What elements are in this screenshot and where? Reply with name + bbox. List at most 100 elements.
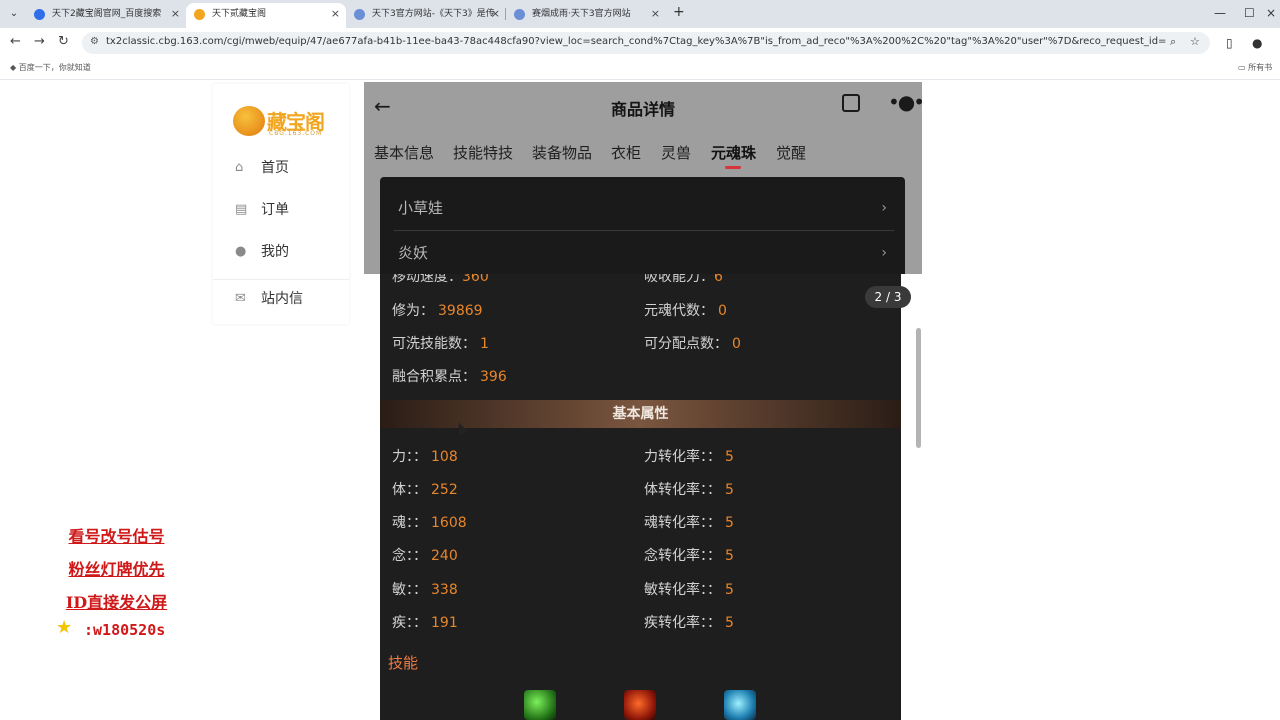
stat-label: 疾转化率：：	[644, 615, 721, 631]
dropdown-item[interactable]: 小草娃 ›	[380, 186, 905, 230]
stat-value: 39869	[438, 303, 483, 319]
stat-label: 元魂代数：	[644, 303, 714, 319]
share-icon[interactable]	[842, 94, 860, 112]
tab-soul-orb[interactable]: 元魂珠	[711, 142, 756, 163]
mail-icon: ✉	[235, 291, 246, 306]
stat-label: 敏：：	[392, 582, 427, 598]
scrollbar-thumb[interactable]	[916, 328, 921, 448]
stat-label: 念转化率：：	[644, 548, 721, 564]
bookmark-star-icon[interactable]: ☆	[1190, 35, 1200, 48]
stat-value: 252	[431, 482, 458, 498]
stat-value: 338	[431, 582, 458, 598]
attr-row: 敏：： 338	[392, 579, 458, 599]
stat-value: 5	[725, 615, 734, 631]
new-tab-icon[interactable]: +	[673, 4, 685, 20]
stat-washable-skills: 可洗技能数： 1	[392, 333, 489, 353]
attr-row: 力：： 108	[392, 446, 458, 466]
attr-rate-row: 体转化率：： 5	[644, 479, 734, 499]
active-tab-indicator	[725, 166, 741, 169]
stat-label: 疾：：	[392, 615, 427, 631]
stat-label: 念：：	[392, 548, 427, 564]
sidebar-item-label: 首页	[261, 160, 289, 176]
chevron-right-icon: ›	[881, 245, 887, 261]
tab-spirit-beast[interactable]: 灵兽	[661, 142, 691, 163]
stat-label: 融合积累点：	[392, 369, 476, 385]
stat-label: 可分配点数：	[644, 336, 728, 352]
browser-tab[interactable]: 天下2藏宝阁官网_百度搜索 ×	[26, 3, 186, 28]
stat-cultivation: 修为： 39869	[392, 300, 483, 320]
logo-mark-icon	[233, 106, 265, 136]
address-bar[interactable]: ⚙ tx2classic.cbg.163.com/cgi/mweb/equip/…	[82, 32, 1210, 54]
sidebar-item-mine[interactable]: ● 我的	[233, 240, 333, 264]
back-nav-icon[interactable]: ←	[10, 34, 21, 49]
stat-generation: 元魂代数： 0	[644, 300, 727, 320]
home-icon: ⌂	[235, 160, 244, 175]
close-tab-icon[interactable]: ×	[331, 3, 340, 25]
tab-basic-info[interactable]: 基本信息	[374, 142, 434, 163]
stat-label: 可洗技能数：	[392, 336, 476, 352]
page-content: 藏宝阁 CBG.163.COM ⌂ 首页 ▤ 订单 ● 我的 ✉ 站内信 看号改…	[0, 80, 1280, 720]
browser-tab-active[interactable]: 天下贰藏宝阁 ×	[186, 3, 346, 28]
stat-label: 力转化率：：	[644, 449, 721, 465]
maximize-icon[interactable]: ☐	[1244, 6, 1255, 20]
stat-value: 191	[431, 615, 458, 631]
stat-label: 魂：：	[392, 515, 427, 531]
sidebar-item-messages[interactable]: ✉ 站内信	[233, 287, 333, 311]
promo-id: :w180520s	[84, 621, 166, 639]
page-title: 商品详情	[610, 100, 675, 119]
blue-skill-icon[interactable]	[724, 690, 756, 720]
tab-wardrobe[interactable]: 衣柜	[611, 142, 641, 163]
sidebar-item-label: 订单	[261, 202, 289, 218]
sidebar-item-label: 我的	[261, 244, 289, 260]
promo-line: 粉丝灯牌优先	[68, 560, 165, 579]
stat-value: 0	[732, 336, 741, 352]
all-bookmarks[interactable]: ▭ 所有书	[1238, 62, 1272, 73]
browser-tab[interactable]: 赛烟成雨·天下3官方网站 ×	[506, 3, 666, 28]
stat-value: 5	[725, 515, 734, 531]
profile-icon[interactable]: ●	[1252, 36, 1262, 50]
stat-value: 5	[725, 482, 734, 498]
stat-label: 修为：	[392, 303, 434, 319]
tx3-favicon-icon	[514, 9, 525, 20]
tab-skills[interactable]: 技能特技	[453, 142, 513, 163]
forward-nav-icon[interactable]: →	[34, 34, 45, 49]
stat-value: 108	[431, 449, 458, 465]
more-options-icon[interactable]: •●•	[888, 90, 922, 114]
green-skill-icon[interactable]	[524, 690, 556, 720]
close-window-icon[interactable]: ×	[1266, 6, 1276, 20]
site-info-icon[interactable]: ⚙	[90, 36, 99, 47]
stat-value: 396	[480, 369, 507, 385]
dropdown-item-label: 炎妖	[398, 244, 429, 262]
tab-awaken[interactable]: 觉醒	[776, 142, 806, 163]
bookmark-baidu[interactable]: ◆ 百度一下，你就知道	[10, 62, 91, 73]
promo-line: ID直接发公屏	[65, 593, 168, 612]
sidepanel-icon[interactable]: ▯	[1226, 36, 1233, 50]
tab-equipment[interactable]: 装备物品	[532, 142, 592, 163]
red-skill-icon[interactable]	[624, 690, 656, 720]
tab-list-icon[interactable]: ⌄	[6, 6, 22, 22]
stat-value: 5	[725, 449, 734, 465]
tab-title: 赛烟成雨·天下3官方网站	[532, 9, 631, 19]
soul-orb-dropdown: 小草娃 › 炎妖 ›	[380, 177, 905, 274]
reload-icon[interactable]: ↻	[58, 34, 69, 49]
chevron-right-icon: ›	[881, 200, 887, 216]
close-tab-icon[interactable]: ×	[491, 3, 500, 25]
sidebar-item-home[interactable]: ⌂ 首页	[233, 156, 333, 180]
close-tab-icon[interactable]: ×	[651, 3, 660, 25]
tab-title: 天下3官方网站-《天下3》是传	[372, 9, 495, 19]
browser-tab[interactable]: 天下3官方网站-《天下3》是传 ×	[346, 3, 506, 28]
sidebar-item-orders[interactable]: ▤ 订单	[233, 198, 333, 222]
close-tab-icon[interactable]: ×	[171, 3, 180, 25]
stat-value: 240	[431, 548, 458, 564]
cbg-logo[interactable]: 藏宝阁 CBG.163.COM	[233, 100, 333, 140]
stat-label: 体转化率：：	[644, 482, 721, 498]
dropdown-item[interactable]: 炎妖 ›	[380, 231, 905, 275]
page-indicator: 2 / 3	[865, 286, 911, 308]
sidebar-divider	[213, 279, 349, 280]
stat-label: 体：：	[392, 482, 427, 498]
minimize-icon[interactable]: —	[1214, 6, 1226, 20]
zoom-icon[interactable]: ⌕	[1170, 35, 1176, 49]
tab-title: 天下2藏宝阁官网_百度搜索	[52, 9, 162, 19]
dropdown-item-label: 小草娃	[398, 199, 444, 217]
folder-icon: ▭	[1238, 63, 1246, 72]
